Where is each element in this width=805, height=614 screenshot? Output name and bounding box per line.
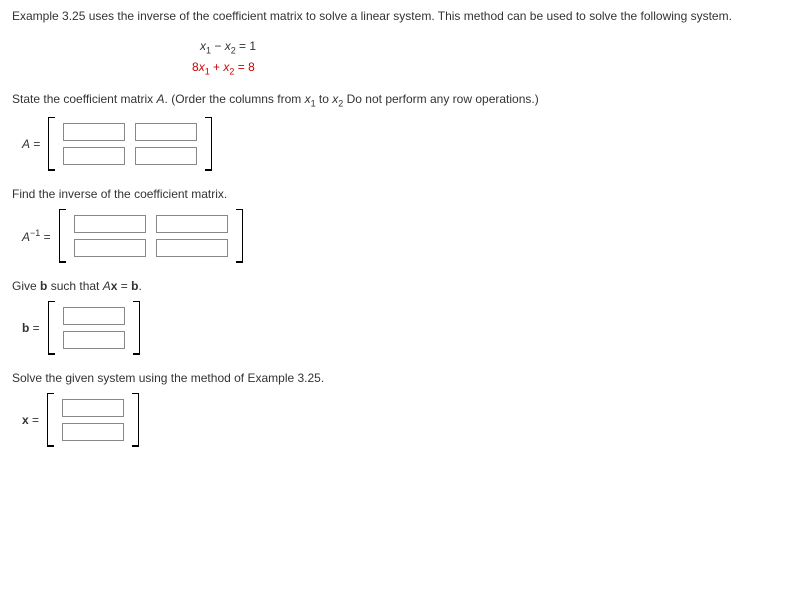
bracket-right-icon bbox=[201, 117, 212, 171]
prompt-b-a: A bbox=[103, 279, 111, 293]
vector-b-input-1[interactable] bbox=[63, 307, 125, 325]
matrix-ainv-input-11[interactable] bbox=[74, 215, 146, 233]
prompt-a-to: to bbox=[316, 92, 333, 106]
matrix-ainv-input-22[interactable] bbox=[156, 239, 228, 257]
label-ainv-var: A bbox=[22, 230, 30, 244]
prompt-a-pre: State the coefficient matrix bbox=[12, 92, 157, 106]
prompt-matrix-a: State the coefficient matrix A. (Order t… bbox=[12, 92, 793, 108]
vector-b-cells bbox=[59, 301, 129, 355]
eq2-eq: = bbox=[234, 60, 248, 74]
vector-x-bracket bbox=[47, 393, 139, 447]
bracket-right-icon bbox=[128, 393, 139, 447]
prompt-b-eq: = bbox=[117, 279, 131, 293]
eq1-eq: = bbox=[236, 39, 250, 53]
prompt-solve: Solve the given system using the method … bbox=[12, 371, 793, 385]
equation-2: 8x1 + x2 = 8 bbox=[192, 58, 793, 79]
matrix-ainv-row: A−1 = bbox=[22, 209, 793, 263]
matrix-a-bracket bbox=[48, 117, 212, 171]
prompt-a-var: A bbox=[157, 92, 165, 106]
bracket-left-icon bbox=[47, 393, 58, 447]
label-b: b = bbox=[22, 321, 40, 335]
label-ainv: A−1 = bbox=[22, 228, 51, 244]
equation-1: x1 − x2 = 1 bbox=[192, 37, 793, 58]
label-x: x = bbox=[22, 413, 39, 427]
matrix-a-row: A = bbox=[22, 117, 793, 171]
vector-b-row: b = bbox=[22, 301, 793, 355]
matrix-ainv-input-12[interactable] bbox=[156, 215, 228, 233]
matrix-a-input-11[interactable] bbox=[63, 123, 125, 141]
vector-x-cells bbox=[58, 393, 128, 447]
system-equations: x1 − x2 = 1 8x1 + x2 = 8 bbox=[192, 37, 793, 79]
vector-x-input-2[interactable] bbox=[62, 423, 124, 441]
label-x-eq: = bbox=[29, 413, 39, 427]
label-ainv-eq: = bbox=[40, 230, 50, 244]
matrix-ainv-cells bbox=[70, 209, 232, 263]
eq2-op: + bbox=[210, 60, 224, 74]
prompt-b: Give b such that Ax = b. bbox=[12, 279, 793, 293]
prompt-a-post: Do not perform any row operations.) bbox=[343, 92, 538, 106]
matrix-ainv-input-21[interactable] bbox=[74, 239, 146, 257]
bracket-left-icon bbox=[59, 209, 70, 263]
bracket-left-icon bbox=[48, 117, 59, 171]
prompt-a-mid: . (Order the columns from bbox=[165, 92, 305, 106]
label-x-var: x bbox=[22, 413, 29, 427]
prompt-inverse: Find the inverse of the coefficient matr… bbox=[12, 187, 793, 201]
matrix-a-input-12[interactable] bbox=[135, 123, 197, 141]
matrix-a-cells bbox=[59, 117, 201, 171]
eq1-op: − bbox=[211, 39, 225, 53]
intro-text: Example 3.25 uses the inverse of the coe… bbox=[12, 8, 793, 25]
eq2-coef: 8 bbox=[192, 60, 199, 74]
matrix-ainv-bracket bbox=[59, 209, 243, 263]
prompt-b-post: . bbox=[138, 279, 141, 293]
label-a-var: A bbox=[22, 137, 30, 151]
vector-b-bracket bbox=[48, 301, 140, 355]
label-ainv-sup: −1 bbox=[30, 228, 40, 238]
matrix-a-input-21[interactable] bbox=[63, 147, 125, 165]
vector-x-input-1[interactable] bbox=[62, 399, 124, 417]
eq1-rhs: 1 bbox=[249, 39, 256, 53]
bracket-right-icon bbox=[129, 301, 140, 355]
label-a-eq: = bbox=[30, 137, 40, 151]
prompt-b-pre: Give bbox=[12, 279, 40, 293]
label-b-eq: = bbox=[29, 321, 39, 335]
label-a: A = bbox=[22, 137, 40, 151]
prompt-b-mid: such that bbox=[47, 279, 102, 293]
matrix-a-input-22[interactable] bbox=[135, 147, 197, 165]
vector-b-input-2[interactable] bbox=[63, 331, 125, 349]
bracket-left-icon bbox=[48, 301, 59, 355]
bracket-right-icon bbox=[232, 209, 243, 263]
eq2-rhs: 8 bbox=[248, 60, 255, 74]
vector-x-row: x = bbox=[22, 393, 793, 447]
